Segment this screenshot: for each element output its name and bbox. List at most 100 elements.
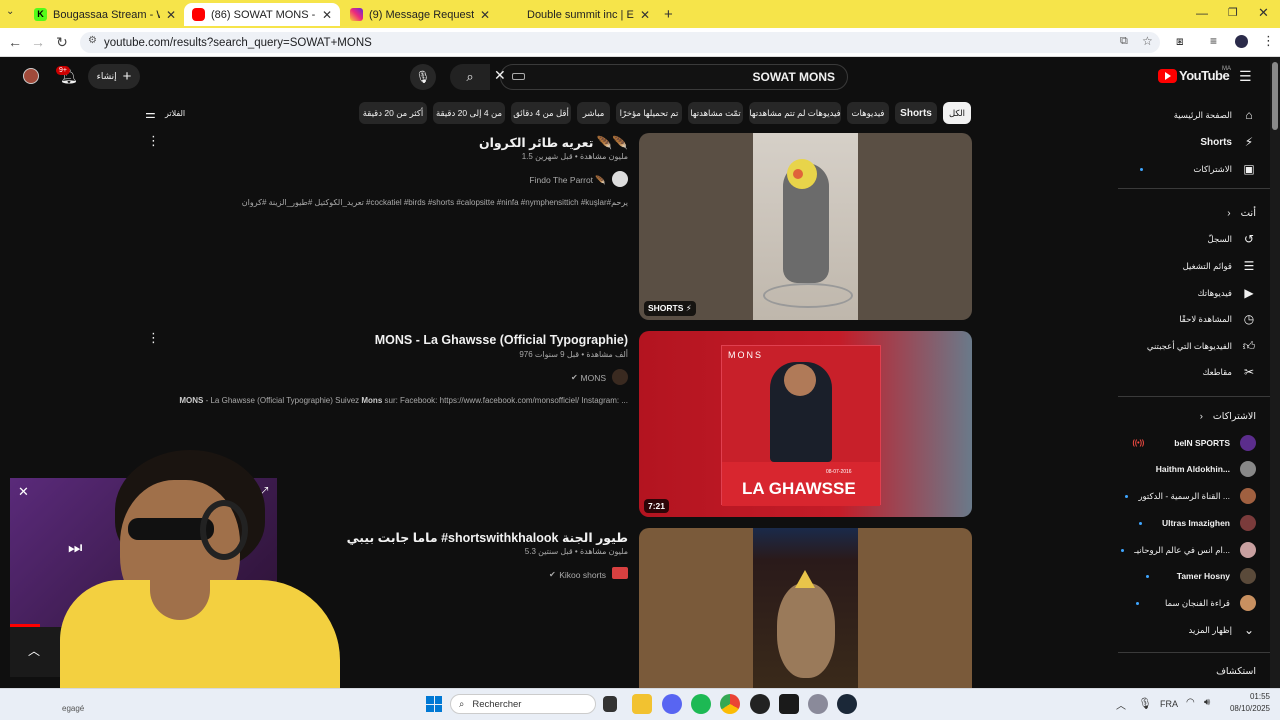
- close-tab-icon[interactable]: ✕: [480, 8, 490, 22]
- subscription-item[interactable]: القناة الرسمية - الدكتور ...: [1118, 483, 1260, 509]
- chip-all[interactable]: الكل: [943, 102, 971, 124]
- chip-under-4-min[interactable]: أقل من 4 دقائق: [511, 102, 571, 124]
- settings-gear-icon[interactable]: [808, 694, 828, 714]
- restore-icon[interactable]: ❐: [1228, 6, 1238, 19]
- tab-list-chevron-icon[interactable]: ⌄: [6, 6, 14, 17]
- result-1-title[interactable]: تعريه طائر الكروان 🪶🪶: [300, 135, 628, 151]
- bookmark-star-icon[interactable]: ☆: [1142, 34, 1153, 48]
- forward-arrow-icon[interactable]: →: [28, 34, 48, 50]
- result-3-title[interactable]: ماما جابت بيبي #shortswithkhalook طيور ا…: [300, 530, 628, 545]
- steam-icon[interactable]: [837, 694, 857, 714]
- result-3-channel[interactable]: Kikoo shorts: [400, 570, 606, 580]
- tab-double-summit[interactable]: Double summit inc | Eco-Friendl ✕: [500, 3, 658, 26]
- sidebar-show-more[interactable]: إظهار المزيد ⌄: [1118, 617, 1260, 643]
- chevron-up-icon[interactable]: ︿: [28, 642, 40, 659]
- file-explorer-icon[interactable]: [632, 694, 652, 714]
- result-1-thumbnail[interactable]: SHORTS ⚡︎: [639, 133, 972, 320]
- obs-icon[interactable]: [750, 694, 770, 714]
- extensions-icon[interactable]: ⧆: [1176, 34, 1184, 49]
- page-scrollbar[interactable]: [1270, 57, 1280, 688]
- subscription-item[interactable]: ام انس في عالم الروحانيـ...: [1118, 537, 1260, 563]
- wifi-icon[interactable]: ◠: [1186, 697, 1195, 708]
- clear-search-icon[interactable]: ✕: [494, 67, 506, 84]
- sidebar-item-your-clips[interactable]: مقاطعك ✂︎: [1118, 359, 1260, 385]
- sidebar-item-shorts[interactable]: Shorts ⚡︎: [1118, 129, 1260, 155]
- create-button[interactable]: إنشاء +: [88, 64, 140, 89]
- tray-chevron-up-icon[interactable]: ︿: [1116, 697, 1126, 712]
- tray-mic-icon[interactable]: 🎙︎: [1138, 697, 1152, 710]
- sidebar-item-subscriptions[interactable]: الاشتراكات ▣: [1118, 156, 1260, 182]
- clock-time[interactable]: 01:55: [1226, 692, 1270, 701]
- minimize-icon[interactable]: —: [1196, 6, 1208, 20]
- filters-icon[interactable]: ⚌: [145, 107, 156, 121]
- browser-menu-icon[interactable]: ⋮: [1262, 33, 1275, 49]
- spotify-icon[interactable]: [691, 694, 711, 714]
- windows-start-icon[interactable]: [426, 696, 442, 712]
- subscription-item[interactable]: ((•)) beIN SPORTS: [1118, 430, 1260, 456]
- filters-button[interactable]: الفلاتر: [165, 109, 185, 118]
- youtube-logo-icon[interactable]: [1158, 69, 1177, 83]
- clock-date[interactable]: 08/10/2025: [1220, 704, 1270, 713]
- chip-over-20-min[interactable]: أكثر من 20 دقيقة: [359, 102, 427, 124]
- more-actions-icon[interactable]: ⋮: [147, 330, 160, 346]
- keyboard-icon[interactable]: [512, 73, 525, 80]
- tab-kick[interactable]: K Bougassaa Stream - Watch Live ✕: [26, 3, 184, 26]
- tab-instagram[interactable]: (9) Message Requests • Direct ✕: [342, 3, 498, 26]
- reading-list-icon[interactable]: ≡: [1210, 34, 1217, 48]
- chip-watched[interactable]: تمّت مشاهدتها: [688, 102, 743, 124]
- result-3-thumbnail[interactable]: [639, 528, 972, 688]
- chip-4-to-20-min[interactable]: من 4 إلى 20 دقيقة: [433, 102, 505, 124]
- subscription-item[interactable]: قراءة الفنجان سما: [1118, 590, 1260, 616]
- profile-avatar[interactable]: [1235, 35, 1248, 48]
- voice-search-button[interactable]: 🎙︎: [410, 64, 436, 90]
- sidebar-you-header[interactable]: › أنت: [1118, 200, 1260, 226]
- chrome-icon[interactable]: [720, 694, 740, 714]
- sidebar-item-history[interactable]: السجلّ ↺: [1118, 226, 1260, 252]
- channel-avatar[interactable]: [612, 171, 628, 187]
- chip-live[interactable]: مباشر: [577, 102, 610, 124]
- result-2-title[interactable]: MONS - La Ghawsse (Official Typographie): [300, 333, 628, 347]
- subscription-item[interactable]: Ultras Imazighen: [1118, 510, 1260, 536]
- sidebar-item-your-videos[interactable]: فيديوهاتك ▶︎: [1118, 280, 1260, 306]
- terminal-app-icon[interactable]: [779, 694, 799, 714]
- result-1-channel[interactable]: Findo The Parrot 🪶: [400, 175, 606, 186]
- input-language[interactable]: FRA: [1160, 699, 1178, 709]
- channel-avatar[interactable]: [612, 369, 628, 385]
- account-avatar[interactable]: [23, 68, 39, 84]
- sidebar-item-home[interactable]: الصفحة الرئيسية ⌂: [1118, 102, 1260, 128]
- channel-avatar[interactable]: [612, 567, 628, 579]
- address-input[interactable]: ⚙ youtube.com/results?search_query=SOWAT…: [80, 32, 1160, 53]
- close-tab-icon[interactable]: ✕: [166, 8, 176, 22]
- result-2-thumbnail[interactable]: MONS LA GHAWSSE 08-07-2016 7:21: [639, 331, 972, 517]
- chip-shorts[interactable]: Shorts: [895, 102, 937, 124]
- sidebar-item-watch-later[interactable]: المشاهدة لاحقًا ◷: [1118, 306, 1260, 332]
- next-video-icon[interactable]: ⏭︎: [68, 540, 82, 558]
- scrollbar-thumb[interactable]: [1272, 62, 1278, 130]
- install-app-icon[interactable]: ⧉: [1120, 35, 1128, 48]
- subscription-item[interactable]: Haithm Aldokhin...: [1118, 456, 1260, 482]
- mini-player-close-icon[interactable]: ✕: [18, 484, 29, 500]
- more-actions-icon[interactable]: ⋮: [147, 133, 160, 149]
- guide-menu-icon[interactable]: ☰: [1239, 68, 1252, 85]
- chip-recently-uploaded[interactable]: تم تحميلها مؤخرًا: [616, 102, 682, 124]
- window-close-icon[interactable]: ✕: [1258, 5, 1269, 21]
- close-tab-icon[interactable]: ✕: [322, 8, 332, 22]
- sidebar-subscriptions-header[interactable]: › الاشتراكات: [1118, 403, 1260, 429]
- chip-videos[interactable]: فيديوهات: [847, 102, 889, 124]
- discord-icon[interactable]: [662, 694, 682, 714]
- search-input[interactable]: SOWAT MONS: [500, 64, 848, 90]
- sidebar-item-liked-videos[interactable]: الفيديوهات التي أعجبتني 👍︎: [1118, 333, 1260, 359]
- chip-unwatched[interactable]: فيديوهات لم تتم مشاهدتها: [749, 102, 841, 124]
- close-tab-icon[interactable]: ✕: [640, 8, 650, 22]
- new-tab-plus-icon[interactable]: +: [664, 6, 673, 23]
- tab-youtube[interactable]: (86) SOWAT MONS - YouTube ✕: [184, 3, 340, 26]
- volume-icon[interactable]: 🔊︎: [1204, 697, 1210, 708]
- reload-icon[interactable]: ↻: [52, 34, 72, 51]
- sidebar-item-playlists[interactable]: قوائم التشغيل ☰: [1118, 253, 1260, 279]
- task-view-icon[interactable]: [603, 696, 617, 712]
- back-arrow-icon[interactable]: ←: [5, 34, 25, 50]
- subscription-item[interactable]: Tamer Hosny: [1118, 563, 1260, 589]
- sidebar-explore-header[interactable]: استكشاف: [1118, 658, 1260, 684]
- site-info-icon[interactable]: ⚙: [88, 35, 97, 46]
- taskbar-search[interactable]: ⌕ Rechercher: [450, 694, 596, 714]
